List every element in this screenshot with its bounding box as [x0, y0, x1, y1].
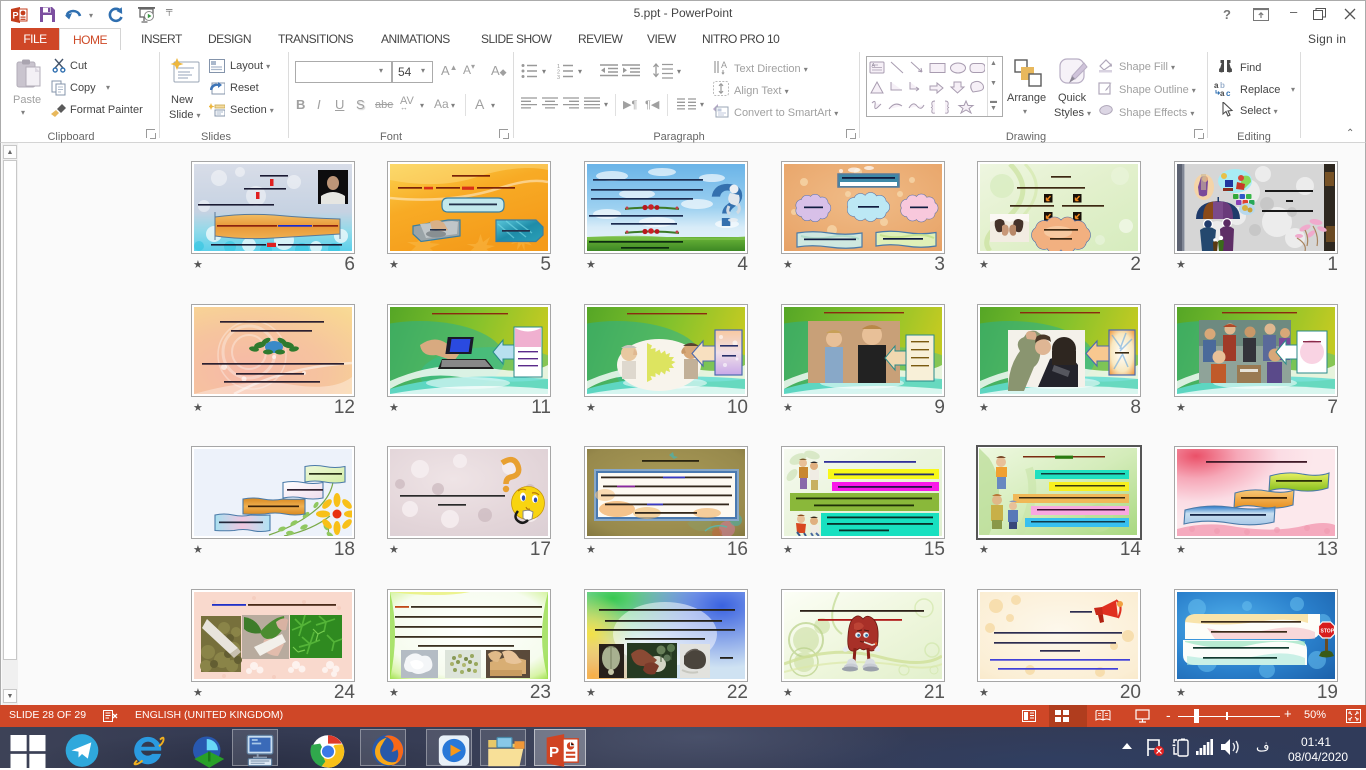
svg-text:c: c	[1226, 89, 1231, 97]
svg-text:3: 3	[557, 75, 560, 79]
svg-text:A: A	[872, 63, 876, 69]
svg-text:STOP: STOP	[1321, 629, 1335, 635]
svg-text:A: A	[721, 60, 727, 70]
svg-text:P: P	[549, 744, 559, 761]
svg-text:a: a	[1214, 81, 1219, 90]
svg-text:a: a	[1220, 89, 1225, 97]
